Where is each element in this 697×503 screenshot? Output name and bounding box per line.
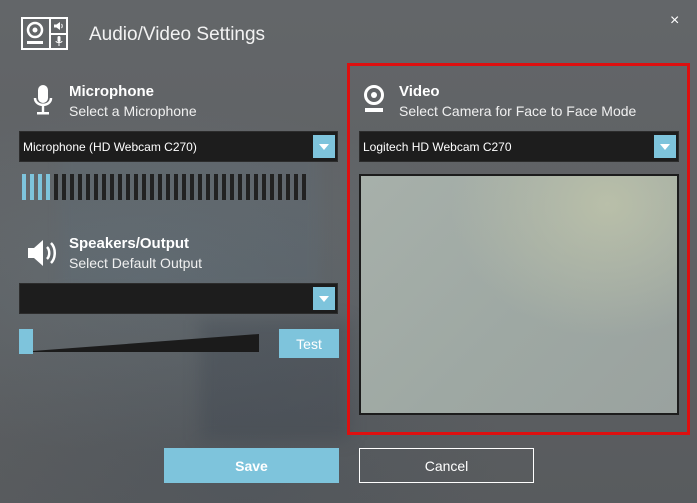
level-bar (118, 174, 122, 200)
level-bar (262, 174, 266, 200)
speakers-title: Speakers/Output (69, 235, 190, 252)
level-bar (142, 174, 146, 200)
level-bar (206, 174, 210, 200)
close-icon[interactable]: × (670, 12, 679, 30)
level-bar (238, 174, 242, 200)
chevron-down-icon[interactable] (313, 287, 335, 310)
speakers-subtitle: Select Default Output (69, 255, 203, 271)
level-bar (222, 174, 226, 200)
level-bar (54, 174, 58, 200)
level-bar (182, 174, 186, 200)
level-bar (22, 174, 26, 200)
level-bar (302, 174, 306, 200)
save-button[interactable]: Save (164, 448, 339, 483)
webcam-icon (23, 19, 51, 48)
level-bar (78, 174, 82, 200)
level-bar (46, 174, 50, 200)
level-bar (102, 174, 106, 200)
video-title: Video (399, 83, 440, 100)
level-bar (246, 174, 250, 200)
level-bar (110, 174, 114, 200)
camera-selected-value: Logitech HD Webcam C270 (363, 140, 512, 154)
level-bar (230, 174, 234, 200)
speaker-small-icon (51, 19, 66, 35)
camera-preview (359, 174, 679, 415)
level-bar (62, 174, 66, 200)
level-bar (190, 174, 194, 200)
audio-video-settings-icon (21, 17, 68, 50)
microphone-select[interactable]: Microphone (HD Webcam C270) (19, 131, 338, 162)
level-bar (126, 174, 130, 200)
volume-slider[interactable] (19, 330, 259, 354)
level-bar (134, 174, 138, 200)
level-bar (38, 174, 42, 200)
level-bar (286, 174, 290, 200)
microphone-selected-value: Microphone (HD Webcam C270) (23, 140, 197, 154)
microphone-subtitle: Select a Microphone (69, 103, 197, 119)
level-bar (294, 174, 298, 200)
level-bar (70, 174, 74, 200)
level-bar (30, 174, 34, 200)
level-bar (278, 174, 282, 200)
speaker-icon (27, 238, 61, 268)
level-bar (214, 174, 218, 200)
level-bar (94, 174, 98, 200)
microphone-small-icon (51, 35, 66, 49)
level-bar (158, 174, 162, 200)
level-bar (166, 174, 170, 200)
microphone-icon (33, 84, 53, 116)
window-title: Audio/Video Settings (89, 24, 266, 45)
cancel-button[interactable]: Cancel (359, 448, 534, 483)
level-bar (270, 174, 274, 200)
level-bar (150, 174, 154, 200)
speakers-select[interactable] (19, 283, 338, 314)
video-subtitle: Select Camera for Face to Face Mode (399, 103, 637, 119)
microphone-title: Microphone (69, 83, 154, 100)
microphone-level-meter (22, 174, 306, 200)
chevron-down-icon[interactable] (654, 135, 676, 158)
level-bar (174, 174, 178, 200)
webcam-icon (362, 84, 386, 114)
level-bar (198, 174, 202, 200)
camera-select[interactable]: Logitech HD Webcam C270 (359, 131, 679, 162)
test-button[interactable]: Test (279, 329, 339, 358)
level-bar (254, 174, 258, 200)
chevron-down-icon[interactable] (313, 135, 335, 158)
volume-slider-handle[interactable] (19, 329, 33, 354)
level-bar (86, 174, 90, 200)
